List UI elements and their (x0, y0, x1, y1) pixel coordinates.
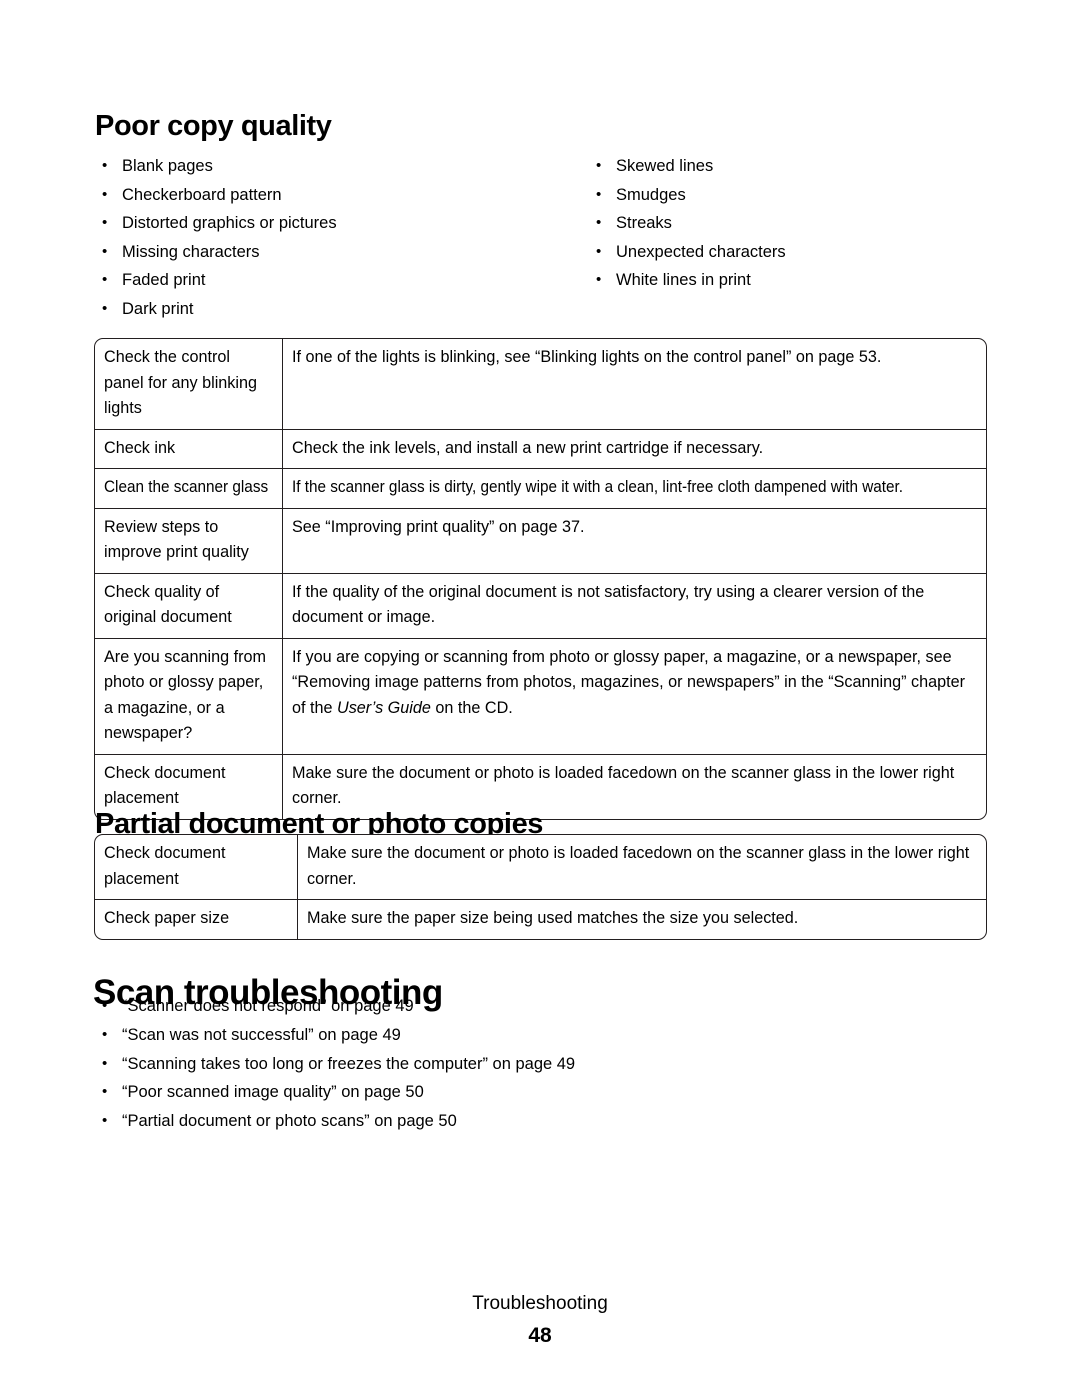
symptom-item-label: White lines in print (616, 271, 751, 289)
bullet-icon: • (596, 271, 602, 288)
table-cell-value: See “Improving print quality” on page 37… (282, 507, 986, 573)
table-cell-key: Check ink (95, 428, 282, 469)
table-cell-value-italic: User’s Guide (337, 698, 431, 717)
table-cell-value-part-2: on the CD. (430, 698, 513, 717)
symptom-item: • Faded print (98, 266, 558, 295)
bullet-icon: • (596, 157, 602, 174)
table-cell-key-label: Clean the scanner glass (104, 478, 269, 496)
scan-link-item-label: “Partial document or photo scans” on pag… (122, 1112, 457, 1131)
table-row: Clean the scanner glass If the scanner gl… (95, 468, 986, 508)
table-cell-key: Check document placement (104, 844, 226, 888)
table-row: Check document placement Make sure the do… (95, 835, 986, 899)
table-cell-value: Make sure the paper size being used matc… (297, 899, 986, 939)
symptom-item: • Skewed lines (592, 152, 1012, 181)
table-row: Check the control panel for any blinking… (95, 339, 986, 429)
table-cell-key: Are you scanning from photo or glossy pa… (95, 637, 282, 754)
table-poor-copy-quality: Check the control panel for any blinking… (94, 338, 987, 820)
symptom-item: • Missing characters (98, 238, 558, 267)
bullet-icon: • (102, 997, 108, 1014)
bullet-icon: • (102, 1054, 108, 1072)
table-cell-key: Review steps to improve print quality (95, 507, 282, 573)
scan-link-item-label: “Scanning takes too long or freezes the … (122, 1054, 576, 1073)
table-cell-key: Check the control panel for any blinking… (104, 348, 257, 417)
table-cell-value-label: If the scanner glass is dirty, gently wi… (292, 478, 904, 496)
bullet-icon: • (102, 299, 108, 317)
table-cell-value: Make sure the document or photo is loade… (297, 835, 986, 899)
symptom-item-label: Dark print (122, 299, 194, 318)
symptom-list-left: • Blank pages • Checkerboard pattern • Distor… (98, 152, 558, 323)
symptom-item: • Blank pages (98, 152, 558, 181)
table-cell-value: If one of the lights is blinking, see “B… (282, 339, 986, 429)
symptom-item: • Distorted graphics or pictures (98, 209, 558, 238)
symptom-item: • Streaks (592, 209, 1012, 238)
table-cell-key: Clean the scanner glass (95, 468, 282, 508)
scan-link-item: • “Partial document or photo scans” on pa… (98, 1107, 798, 1136)
scan-link-item-label: “Poor scanned image quality” on page 50 (122, 1083, 424, 1102)
symptom-item: • White lines in print (592, 266, 1012, 295)
table-row: Are you scanning from photo or glossy pa… (95, 637, 986, 754)
bullet-icon: • (596, 214, 602, 231)
symptom-item-label: Missing characters (122, 242, 260, 261)
symptom-item-label: Blank pages (122, 157, 213, 175)
table-partial-document: Check document placement Make sure the do… (94, 834, 987, 940)
symptom-item-label: Checkerboard pattern (122, 185, 282, 204)
heading-poor-copy-quality: Poor copy quality (95, 110, 332, 143)
bullet-icon: • (596, 185, 602, 203)
table-cell-value: If the scanner glass is dirty, gently wi… (282, 468, 986, 508)
bullet-icon: • (102, 185, 108, 203)
symptom-list-right: • Skewed lines • Smudges • Streaks • Unexpected… (592, 152, 1012, 295)
scan-link-item: • “Scanning takes too long or freezes the… (98, 1050, 798, 1079)
table-row: Review steps to improve print quality See… (95, 507, 986, 573)
table-row: Check ink Check the ink levels, and insta… (95, 428, 986, 469)
bullet-icon: • (102, 271, 108, 288)
bullet-icon: • (102, 1083, 108, 1101)
table-cell-key: Check quality of original document (95, 572, 282, 638)
document-page: Poor copy quality • Blank pages • Checkerbo… (0, 0, 1080, 1397)
symptom-item-label: Skewed lines (616, 157, 714, 175)
bullet-icon: • (102, 1025, 108, 1043)
bullet-icon: • (596, 242, 602, 260)
scan-link-item: • “Poor scanned image quality” on page 50 (98, 1078, 798, 1107)
symptom-item-label: Distorted graphics or pictures (122, 214, 337, 232)
symptom-item-label: Smudges (616, 185, 686, 204)
table-cell-value: If the quality of the original document … (282, 572, 986, 638)
footer-page-number: 48 (528, 1324, 552, 1347)
table-cell-value: If you are copying or scanning from phot… (282, 637, 986, 754)
symptom-item-label: Faded print (122, 271, 206, 289)
bullet-icon: • (102, 242, 108, 260)
scan-link-item: • “Scan was not successful” on page 49 (98, 1021, 798, 1050)
scan-link-item: • “Scanner does not respond” on page 49 (98, 992, 798, 1021)
scan-link-item-label: “Scan was not successful” on page 49 (122, 1025, 401, 1044)
scan-link-item-label: “Scanner does not respond” on page 49 (122, 997, 414, 1015)
symptom-item: • Dark print (98, 295, 558, 324)
footer-chapter-label: Troubleshooting (472, 1293, 608, 1314)
symptom-item-label: Streaks (616, 214, 672, 232)
bullet-icon: • (102, 1112, 108, 1130)
symptom-item: • Checkerboard pattern (98, 181, 558, 210)
symptom-item-label: Unexpected characters (616, 242, 786, 261)
scan-troubleshooting-link-list: • “Scanner does not respond” on page 49 • “… (98, 992, 798, 1136)
table-cell-value: Check the ink levels, and install a new … (282, 428, 986, 468)
bullet-icon: • (102, 157, 108, 174)
symptom-item: • Unexpected characters (592, 238, 1012, 267)
bullet-icon: • (102, 214, 108, 231)
table-cell-key: Check paper size (95, 899, 297, 939)
table-row: Check quality of original document If the… (95, 572, 986, 638)
symptom-item: • Smudges (592, 181, 1012, 210)
table-row: Check paper size Make sure the paper size… (95, 899, 986, 939)
